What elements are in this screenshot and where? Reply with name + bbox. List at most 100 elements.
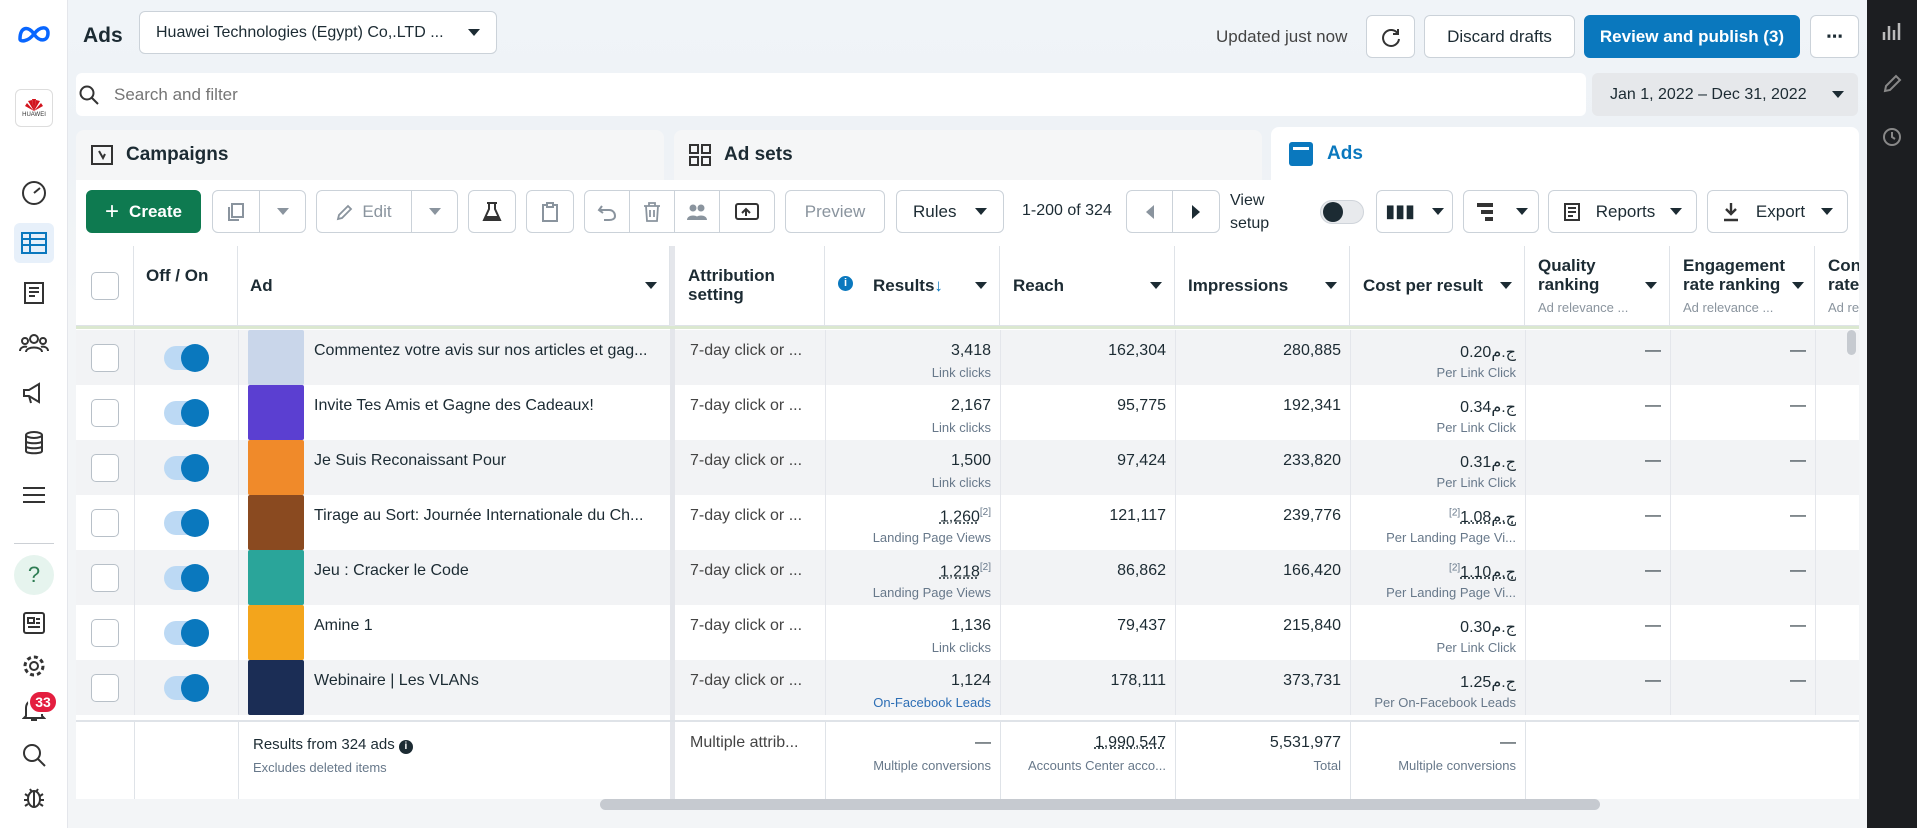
delete-button[interactable] (629, 190, 675, 233)
row-checkbox[interactable] (91, 509, 119, 537)
columns-button[interactable]: ▮▮▮ (1376, 190, 1453, 233)
audiences-icon[interactable] (14, 323, 54, 363)
ad-name[interactable]: Invite Tes Amis et Gagne des Cadeaux! (314, 397, 664, 415)
header-attribution[interactable]: Attribution setting (675, 246, 825, 326)
select-all-checkbox[interactable] (91, 272, 119, 300)
table-row[interactable]: Je Suis Reconaissant Pour 7-day click or … (76, 440, 1859, 495)
reports-button[interactable]: Reports (1548, 190, 1697, 233)
header-label: Engagement rate ranking (1683, 256, 1786, 294)
next-page-button[interactable] (1172, 190, 1220, 233)
view-setup-toggle[interactable] (1320, 200, 1364, 224)
ad-name[interactable]: Je Suis Reconaissant Pour (314, 452, 664, 470)
report-bug-icon[interactable] (14, 777, 54, 817)
ad-status-toggle[interactable] (164, 619, 209, 647)
cost-per-result-number: ج.م1.10 (1460, 564, 1516, 581)
more-options-button[interactable]: ⋯ (1810, 15, 1859, 58)
row-checkbox[interactable] (91, 344, 119, 372)
header-reach[interactable]: Reach (1000, 246, 1175, 326)
account-selector[interactable]: Huawei Technologies (Egypt) Co,.LTD ... (139, 11, 497, 54)
table-row[interactable]: Invite Tes Amis et Gagne des Cadeaux! 7-d… (76, 385, 1859, 440)
ad-name[interactable]: Amine 1 (314, 617, 664, 635)
ad-status-toggle[interactable] (164, 564, 209, 592)
table-row[interactable]: Commentez votre avis sur nos articles et… (76, 330, 1859, 385)
discard-drafts-button[interactable]: Discard drafts (1424, 15, 1575, 58)
row-checkbox[interactable] (91, 399, 119, 427)
date-range-picker[interactable]: Jan 1, 2022 – Dec 31, 2022 (1592, 73, 1858, 116)
ad-name[interactable]: Jeu : Cracker le Code (314, 562, 664, 580)
duplicate-dropdown[interactable] (259, 190, 306, 233)
chart-icon[interactable] (1881, 20, 1903, 47)
edit-pencil-icon[interactable] (1881, 73, 1903, 100)
history-clock-icon[interactable] (1881, 126, 1903, 153)
export-button[interactable]: Export (1707, 190, 1848, 233)
table-row[interactable]: Webinaire | Les VLANs 7-day click or ... 1… (76, 660, 1859, 715)
clipboard-button[interactable] (526, 190, 574, 233)
ad-status-toggle[interactable] (164, 399, 209, 427)
duplicate-button[interactable] (212, 190, 260, 233)
tab-adsets[interactable]: Ad sets (674, 130, 1262, 180)
header-quality-ranking[interactable]: Quality ranking Ad relevance ... (1525, 246, 1670, 326)
settings-gear-icon[interactable] (14, 646, 54, 686)
header-offon[interactable]: Off / On (134, 246, 238, 326)
tab-ads[interactable]: Ads (1271, 127, 1859, 180)
search-input[interactable] (114, 81, 1114, 109)
ad-name[interactable]: Webinaire | Les VLANs (314, 672, 664, 690)
dashboard-gauge-icon[interactable] (14, 173, 54, 213)
preview-button[interactable]: Preview (785, 190, 885, 233)
chevron-down-icon (1645, 282, 1657, 289)
ad-thumbnail (248, 550, 304, 605)
review-publish-button[interactable]: Review and publish (3) (1584, 15, 1800, 58)
edit-dropdown[interactable] (411, 190, 458, 233)
ad-name[interactable]: Commentez votre avis sur nos articles et… (314, 342, 664, 360)
rules-button[interactable]: Rules (896, 190, 1004, 233)
ad-status-toggle[interactable] (164, 674, 209, 702)
campaign-megaphone-icon[interactable] (14, 373, 54, 413)
header-impressions[interactable]: Impressions (1175, 246, 1350, 326)
header-engagement-ranking[interactable]: Engagement rate ranking Ad relevance ... (1670, 246, 1815, 326)
ad-status-toggle[interactable] (164, 344, 209, 372)
engagement-ranking-value: — (1790, 452, 1806, 469)
reports-label: Reports (1595, 201, 1656, 221)
vertical-scrollbar[interactable] (1847, 330, 1856, 355)
header-label: Cost per result (1363, 276, 1483, 295)
row-checkbox[interactable] (91, 674, 119, 702)
search-bar[interactable] (76, 73, 1586, 116)
row-checkbox[interactable] (91, 564, 119, 592)
chevron-down-icon (1500, 282, 1512, 289)
meta-logo-icon[interactable] (14, 14, 54, 54)
table-row[interactable]: Jeu : Cracker le Code 7-day click or ... 1… (76, 550, 1859, 605)
news-icon[interactable] (14, 603, 54, 643)
create-button[interactable]: + Create (86, 190, 201, 233)
audience-button[interactable] (674, 190, 720, 233)
help-icon[interactable]: ? (14, 555, 54, 595)
table-row[interactable]: Tirage au Sort: Journée Internationale d… (76, 495, 1859, 550)
row-checkbox[interactable] (91, 619, 119, 647)
refresh-button[interactable] (1366, 15, 1415, 58)
account-name: Huawei Technologies (Egypt) Co,.LTD ... (156, 23, 444, 41)
all-tools-menu-icon[interactable] (14, 475, 54, 515)
edit-button[interactable]: Edit (316, 190, 412, 233)
header-ad[interactable]: Ad (238, 246, 670, 326)
ad-status-toggle[interactable] (164, 509, 209, 537)
account-avatar[interactable]: HUAWEI (14, 88, 54, 128)
ads-manager-table-icon[interactable] (14, 223, 54, 263)
ad-icon (1289, 141, 1313, 166)
undo-button[interactable] (584, 190, 630, 233)
header-cost-per-result[interactable]: Cost per result (1350, 246, 1525, 326)
row-checkbox[interactable] (91, 454, 119, 482)
info-icon[interactable]: i (398, 740, 413, 754)
pages-icon[interactable] (14, 273, 54, 313)
billing-coins-icon[interactable] (14, 423, 54, 463)
ab-test-button[interactable] (468, 190, 516, 233)
ad-status-toggle[interactable] (164, 454, 209, 482)
prev-page-button[interactable] (1126, 190, 1173, 233)
header-results[interactable]: i Results↓ (825, 246, 1000, 326)
breakdown-button[interactable] (1463, 190, 1539, 233)
table-row[interactable]: Amine 1 7-day click or ... 1,136 Link click… (76, 605, 1859, 660)
header-conversion-ranking[interactable]: Conv rate Ad re (1815, 246, 1859, 326)
ad-name[interactable]: Tirage au Sort: Journée Internationale d… (314, 507, 664, 525)
horizontal-scrollbar[interactable] (600, 799, 1600, 810)
sync-button[interactable] (719, 190, 775, 233)
tab-campaigns[interactable]: Campaigns (76, 130, 664, 180)
search-icon[interactable] (14, 735, 54, 775)
